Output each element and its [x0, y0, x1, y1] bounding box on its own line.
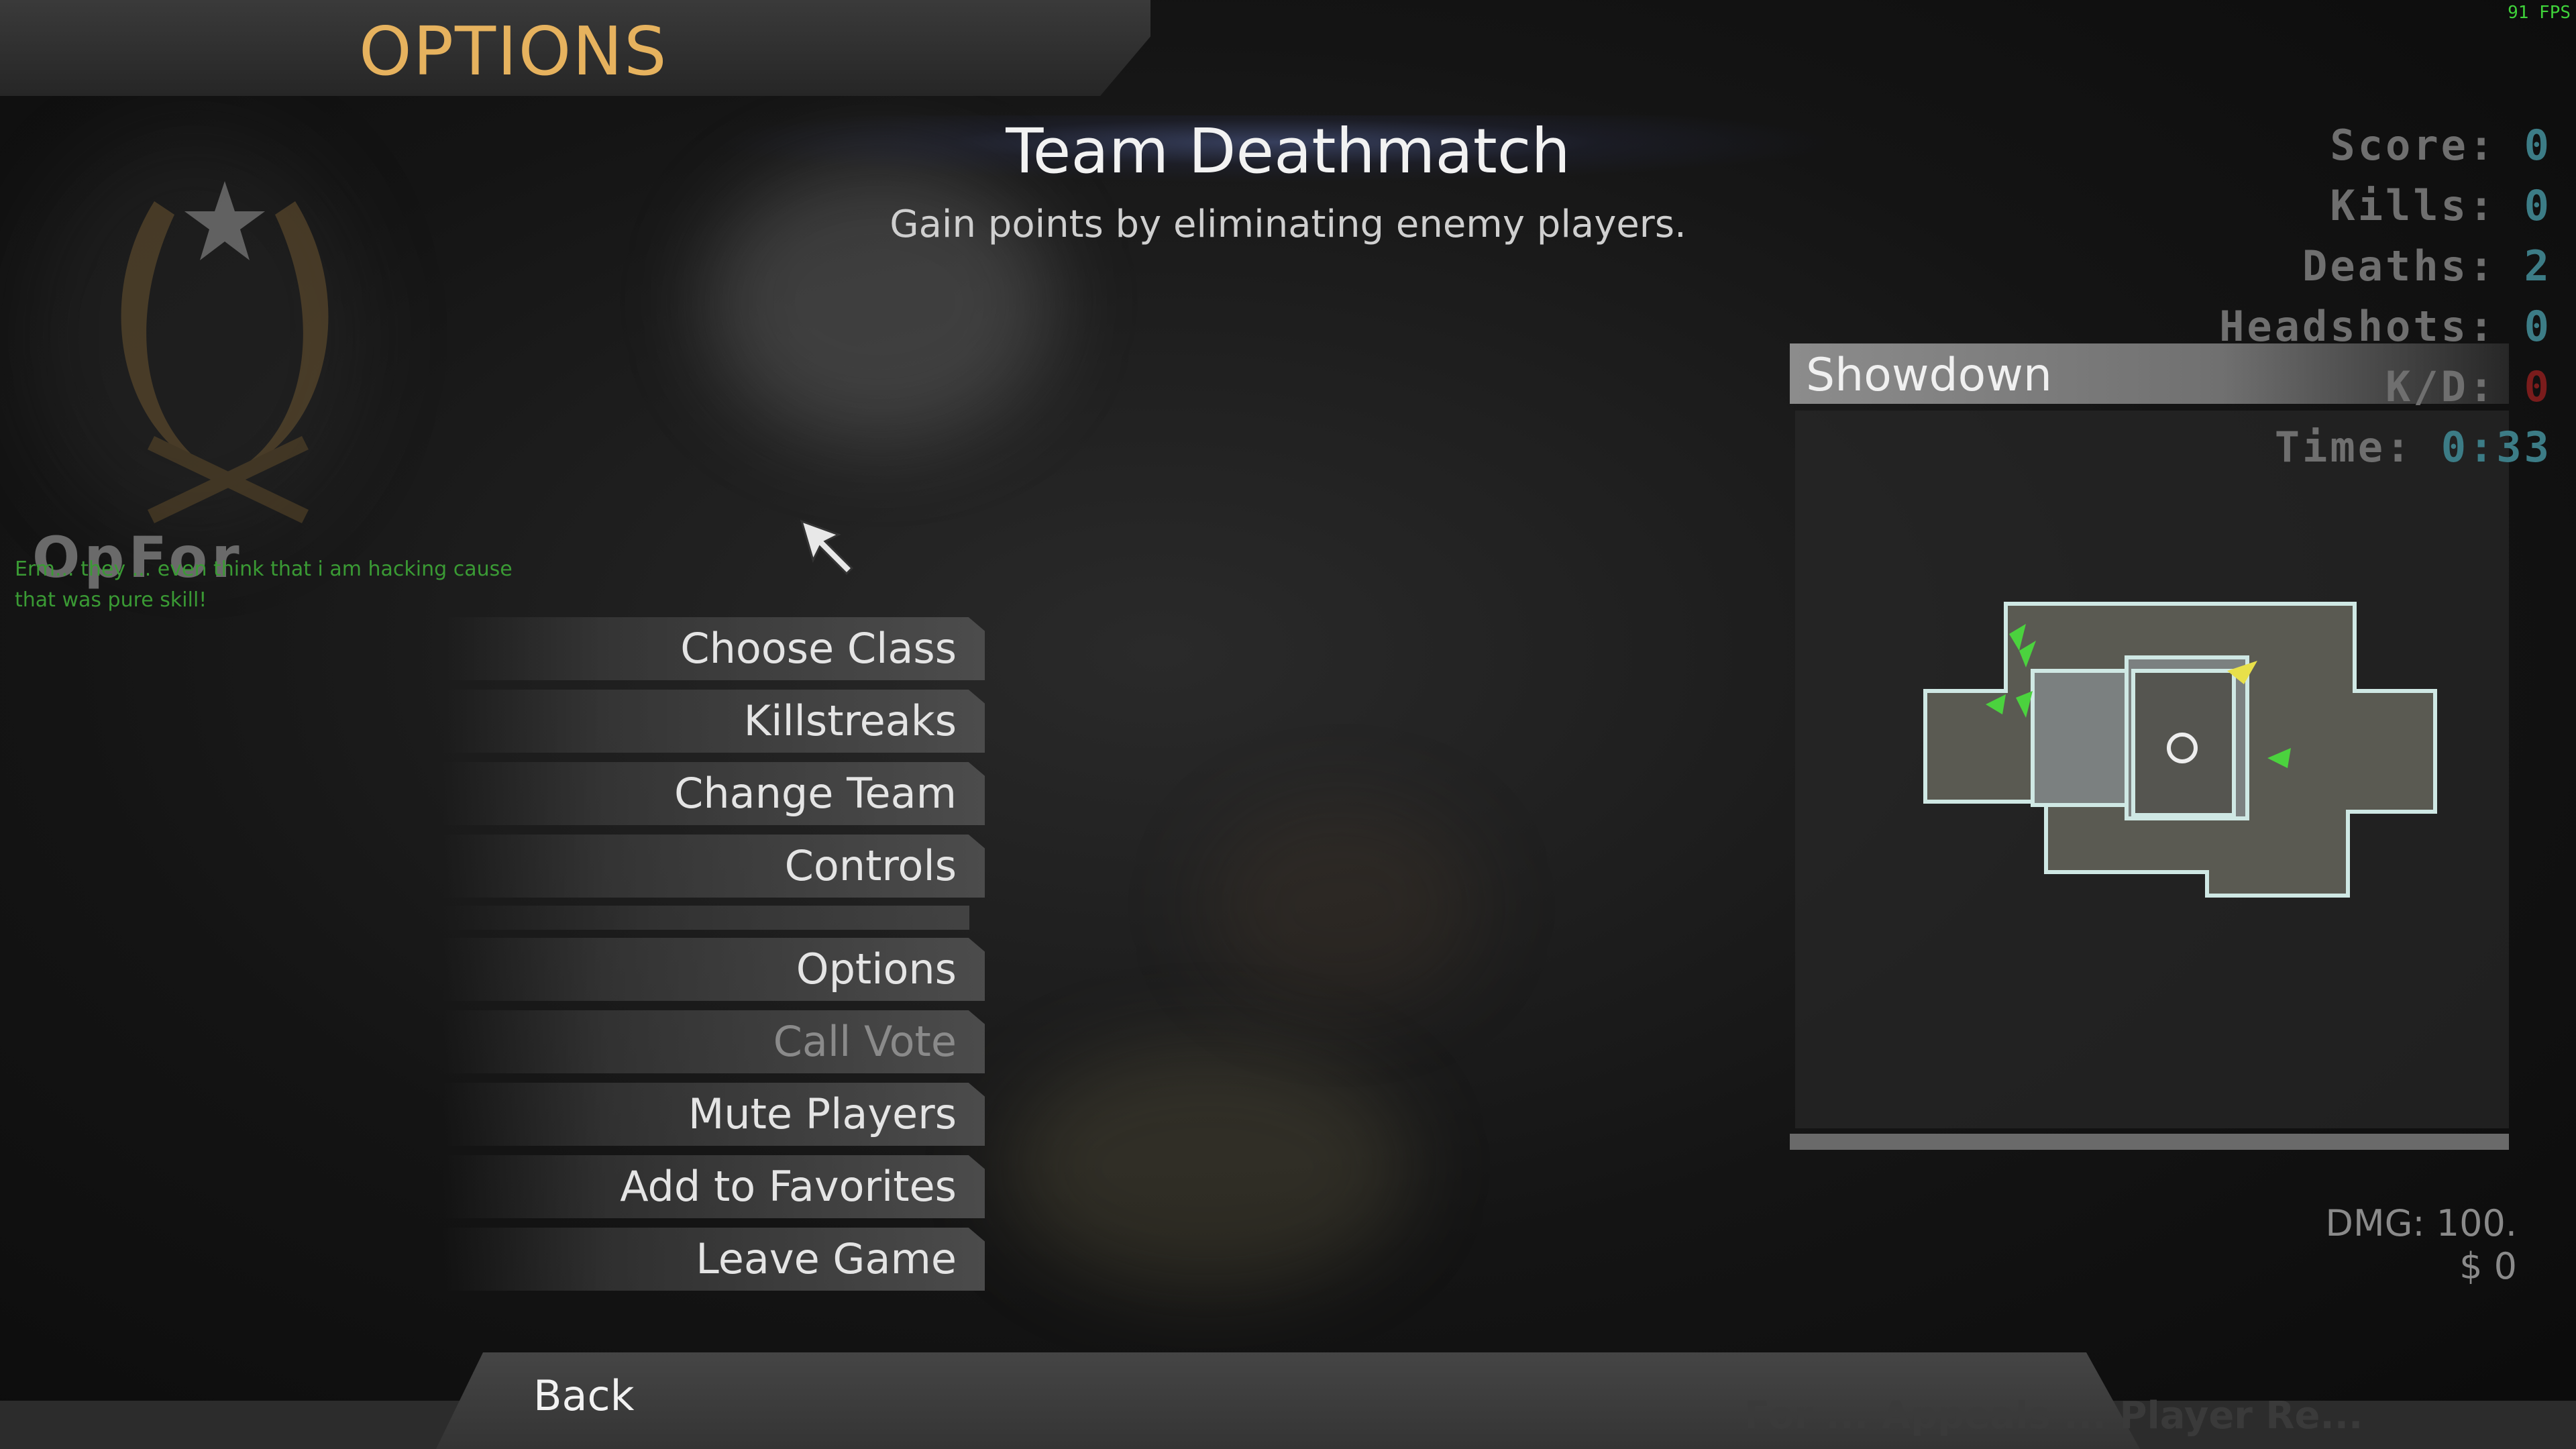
back-button[interactable]: Back — [533, 1371, 635, 1420]
mute-players-button[interactable]: Mute Players — [443, 1083, 985, 1146]
choose-class-button[interactable]: Choose Class — [443, 617, 985, 680]
deaths-stat: Deaths: 2 — [2219, 241, 2552, 302]
money-value: $ 0 — [2459, 1245, 2517, 1287]
time-stat: Time: 0:33 — [2219, 423, 2552, 483]
mouse-cursor-icon — [800, 519, 854, 576]
time-value: 0:33 — [2440, 423, 2552, 472]
controls-button[interactable]: Controls — [443, 835, 985, 898]
call-vote-button[interactable]: Call Vote — [443, 1010, 985, 1073]
damage-value: DMG: 100. — [2325, 1202, 2517, 1244]
deaths-label: Deaths: — [2302, 241, 2497, 290]
change-team-label: Change Team — [674, 769, 957, 818]
kills-stat: Kills: 0 — [2219, 181, 2552, 241]
map-name: Showdown — [1806, 349, 2052, 402]
page-title: OPTIONS — [359, 12, 668, 91]
kd-label: K/D: — [2385, 362, 2497, 411]
time-label: Time: — [2274, 423, 2414, 472]
game-mode-title: Team Deathmatch — [1006, 115, 1570, 187]
map-scrollbar[interactable] — [1790, 1134, 2509, 1150]
leave-game-label: Leave Game — [696, 1234, 957, 1283]
kills-label: Kills: — [2330, 181, 2497, 230]
leave-game-button[interactable]: Leave Game — [443, 1228, 985, 1291]
options-label: Options — [796, 945, 957, 994]
add-to-favorites-button[interactable]: Add to Favorites — [443, 1155, 985, 1218]
news-ticker: For ... Appeals ... Player Re... — [1744, 1394, 2363, 1438]
deaths-value: 2 — [2524, 241, 2552, 290]
score-label: Score: — [2330, 121, 2497, 170]
kd-stat: K/D: 0 — [2219, 362, 2552, 423]
chat-message: Erm... they ... even think that i am hac… — [15, 557, 513, 612]
score-value: 0 — [2524, 121, 2552, 170]
menu-divider — [443, 906, 969, 930]
call-vote-label: Call Vote — [773, 1017, 957, 1066]
options-button[interactable]: Options — [443, 938, 985, 1001]
score-stat: Score: 0 — [2219, 121, 2552, 181]
kd-value: 0 — [2524, 362, 2552, 411]
change-team-button[interactable]: Change Team — [443, 762, 985, 825]
headshots-label: Headshots: — [2219, 302, 2497, 351]
minimap-icon — [1923, 602, 2437, 898]
add-to-favorites-label: Add to Favorites — [620, 1162, 957, 1211]
choose-class-label: Choose Class — [680, 624, 957, 673]
headshots-value: 0 — [2524, 302, 2552, 351]
kills-value: 0 — [2524, 181, 2552, 230]
game-mode-description: Gain points by eliminating enemy players… — [890, 203, 1686, 246]
killstreaks-label: Killstreaks — [743, 696, 957, 745]
damage-readout: DMG: 100. $ 0 — [2325, 1202, 2517, 1288]
fps-counter: 91 FPS — [2508, 3, 2571, 23]
mute-players-label: Mute Players — [688, 1089, 957, 1138]
killstreaks-button[interactable]: Killstreaks — [443, 690, 985, 753]
controls-label: Controls — [784, 841, 957, 890]
headshots-stat: Headshots: 0 — [2219, 302, 2552, 362]
stats-panel: Score: 0 Kills: 0 Deaths: 2 Headshots: 0… — [2219, 121, 2552, 483]
